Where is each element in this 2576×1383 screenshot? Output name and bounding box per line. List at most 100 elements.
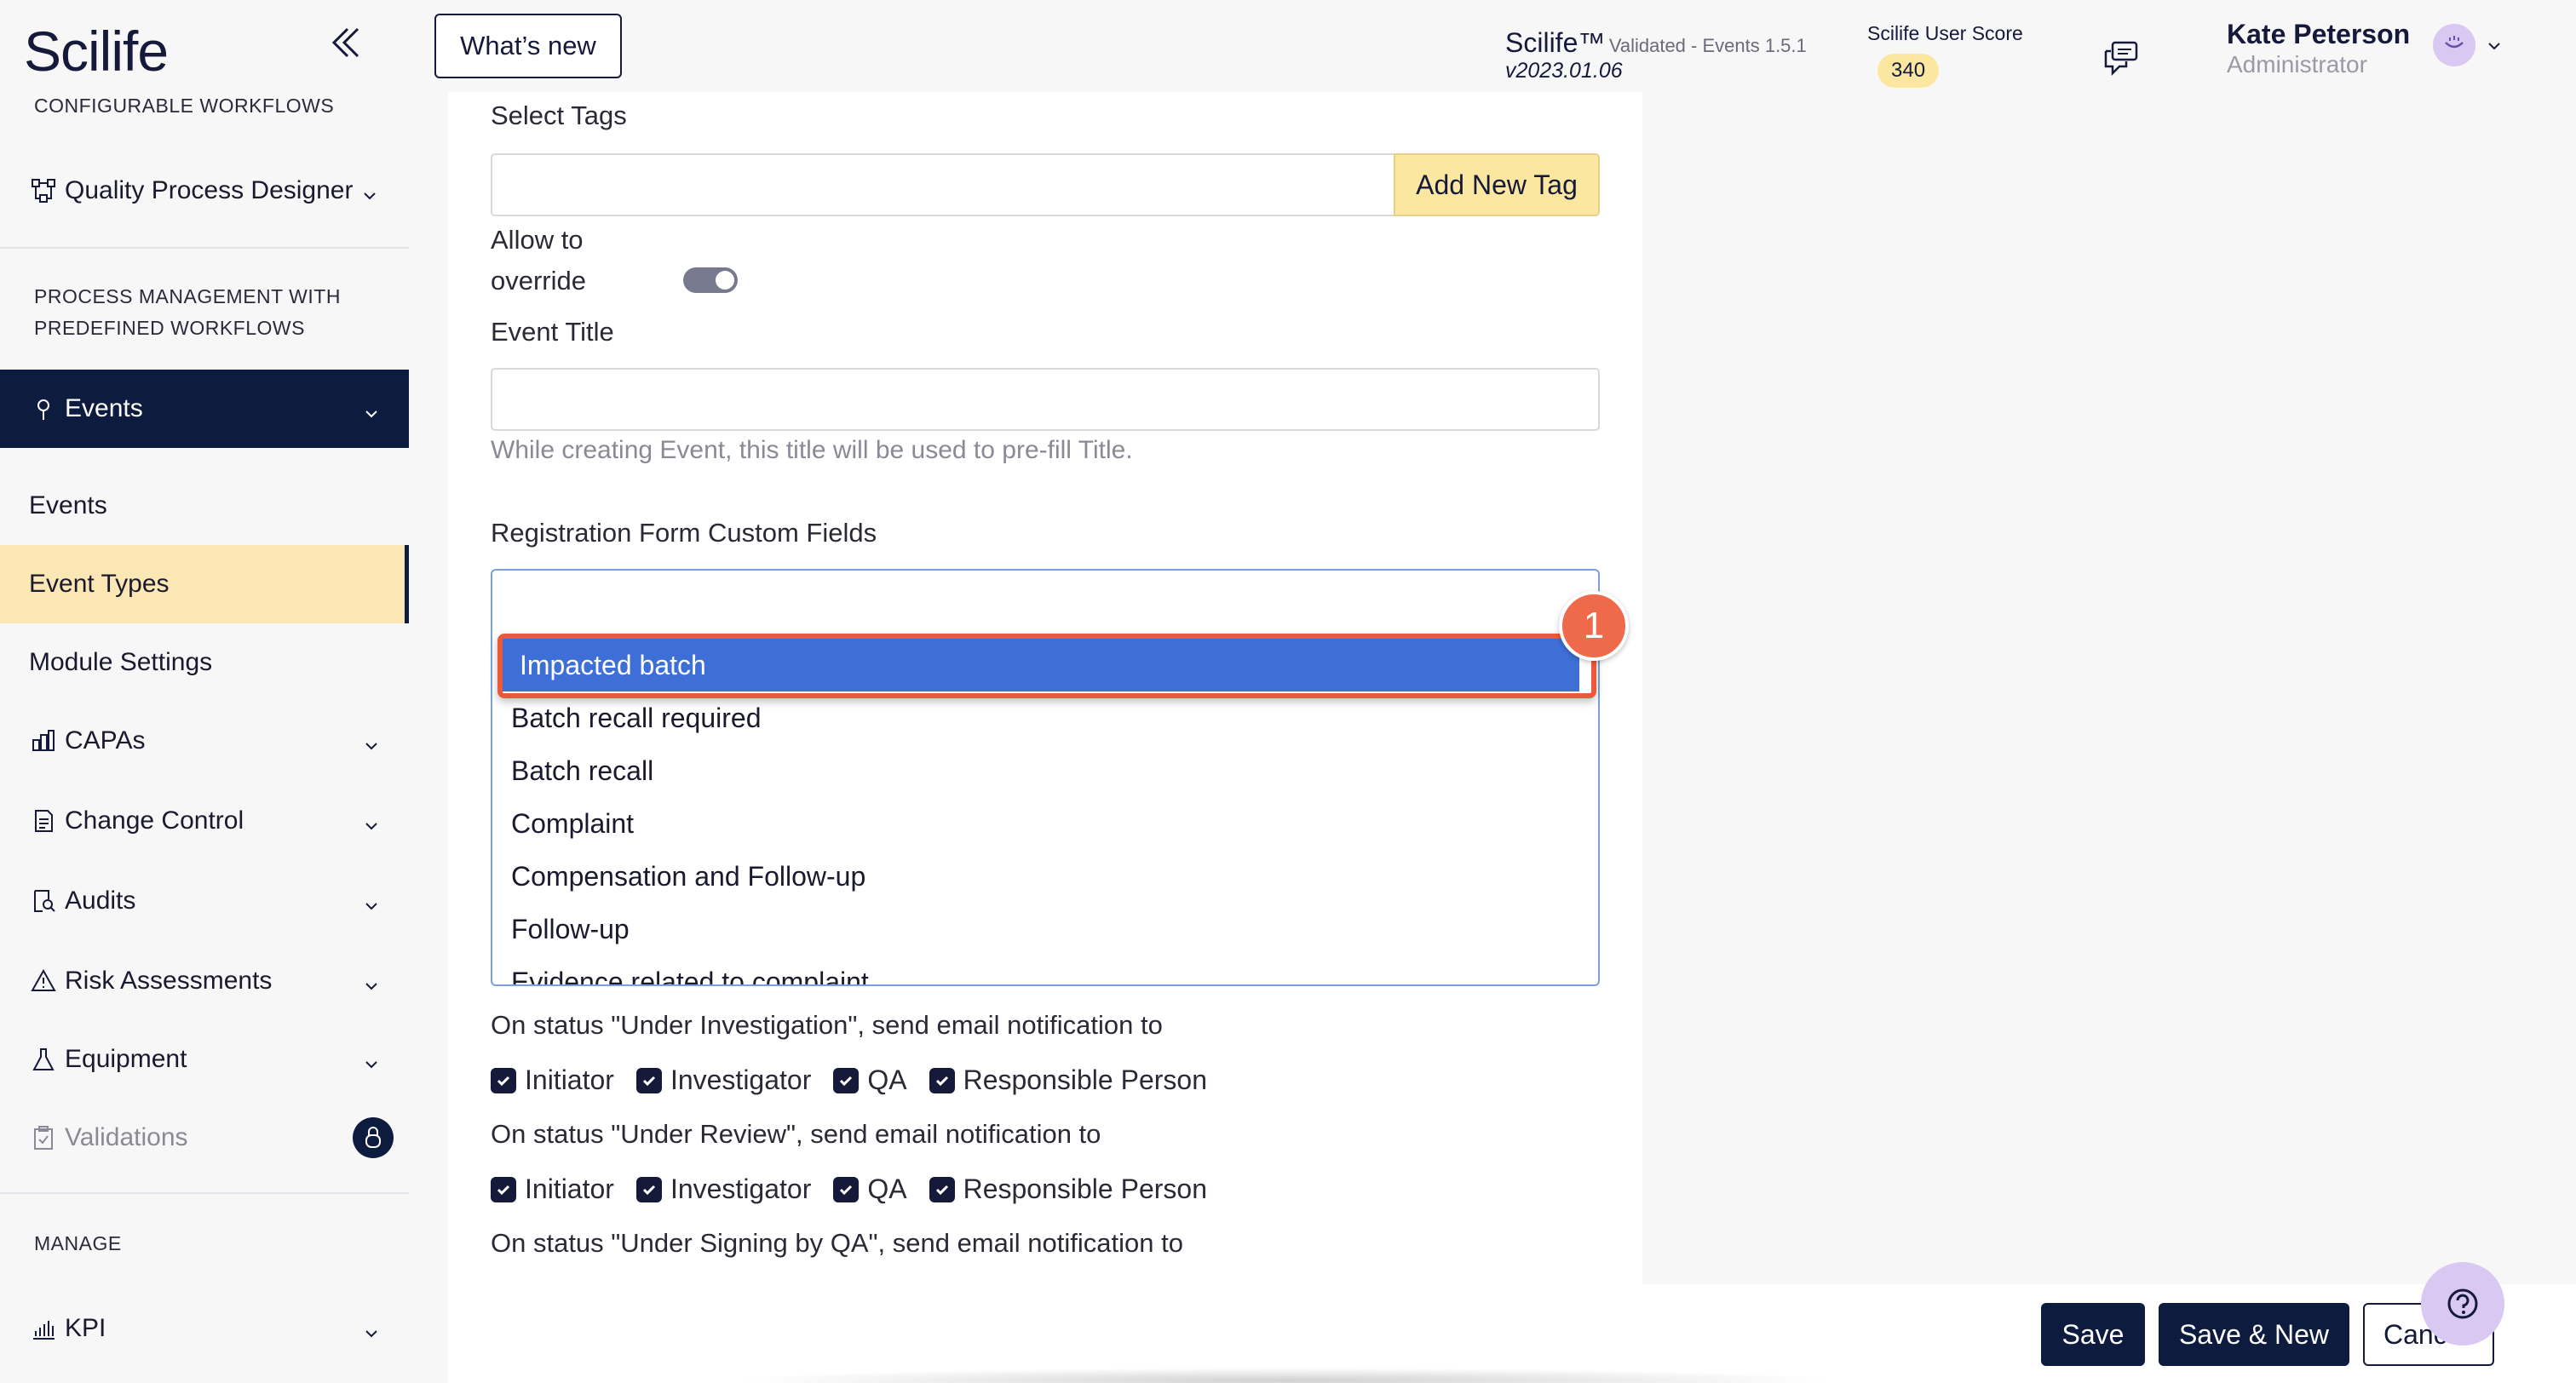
- list-item-batch-recall-required[interactable]: Batch recall required: [492, 692, 1598, 744]
- version-number: v2023.01.06: [1505, 59, 1623, 83]
- map-pin-icon: [29, 394, 58, 423]
- toggle-knob: [716, 271, 734, 290]
- checkbox-label: Responsible Person: [963, 1065, 1207, 1095]
- select-tags-label: Select Tags: [491, 100, 627, 130]
- step-badge: 1: [1559, 591, 1629, 661]
- checkbox-label: Initiator: [525, 1174, 614, 1204]
- checkbox-qa[interactable]: QA: [833, 1065, 907, 1096]
- list-item-follow-up[interactable]: Follow-up: [492, 903, 1598, 955]
- list-item-batch-recall[interactable]: Batch recall: [492, 744, 1598, 797]
- check-icon: [929, 1176, 955, 1202]
- sidebar-item-label: Events: [29, 491, 107, 519]
- question-icon: [2447, 1288, 2478, 1319]
- clipboard-check-icon: [29, 1123, 58, 1152]
- chevron-down-icon: [363, 400, 380, 418]
- section-manage: MANAGE: [34, 1232, 122, 1254]
- sidebar-item-label: Audits: [65, 887, 136, 915]
- add-new-tag-button[interactable]: Add New Tag: [1394, 153, 1600, 216]
- sidebar-item-capas[interactable]: CAPAs: [0, 702, 409, 780]
- checkbox-label: Investigator: [670, 1065, 812, 1095]
- list-item-complaint[interactable]: Complaint: [492, 797, 1598, 850]
- chevron-down-icon: [363, 1320, 380, 1338]
- check-icon: [635, 1176, 662, 1202]
- allow-override-label: Allow to override: [491, 220, 586, 301]
- sidebar-item-kpi[interactable]: KPI: [0, 1289, 409, 1368]
- chevron-down-icon: [363, 892, 380, 910]
- checkbox-investigator[interactable]: Investigator: [635, 1174, 812, 1205]
- right-panel: [1642, 92, 2576, 1284]
- collapse-sidebar-icon[interactable]: [322, 20, 370, 68]
- checkbox-label: Investigator: [670, 1174, 812, 1204]
- checkbox-responsible-person[interactable]: Responsible Person: [929, 1065, 1207, 1096]
- sidebar-item-label: Change Control: [65, 806, 244, 835]
- custom-fields-label: Registration Form Custom Fields: [491, 518, 877, 548]
- flask-icon: [29, 1045, 58, 1074]
- checkbox-responsible-person[interactable]: Responsible Person: [929, 1174, 1207, 1205]
- sidebar-item-label: KPI: [65, 1314, 106, 1342]
- workflow-icon: [29, 176, 58, 205]
- footer-shadow: [733, 1368, 1840, 1383]
- check-icon: [491, 1067, 516, 1093]
- validated-label: Validated - Events 1.5.1: [1608, 35, 1807, 56]
- event-title-input[interactable]: [491, 368, 1600, 431]
- check-icon: [833, 1067, 860, 1093]
- check-icon: [929, 1067, 955, 1093]
- sidebar-item-label: Risk Assessments: [65, 967, 273, 995]
- chat-icon[interactable]: [2101, 37, 2142, 78]
- divider: [0, 1192, 409, 1194]
- help-button[interactable]: [2421, 1262, 2504, 1346]
- event-title-helper: While creating Event, this title will be…: [491, 436, 1133, 464]
- warning-triangle-icon: [29, 967, 58, 996]
- sidebar-item-quality-process-designer[interactable]: Quality Process Designer: [0, 152, 409, 230]
- checkbox-qa[interactable]: QA: [833, 1174, 907, 1205]
- allow-override-toggle[interactable]: [683, 267, 738, 293]
- brand-name: Scilife™: [1505, 27, 1606, 58]
- checkbox-investigator[interactable]: Investigator: [635, 1065, 812, 1096]
- sidebar-item-equipment[interactable]: Equipment: [0, 1020, 409, 1099]
- checkbox-initiator[interactable]: Initiator: [491, 1065, 614, 1096]
- sidebar-item-event-types[interactable]: Event Types: [0, 545, 409, 623]
- whats-new-button[interactable]: What’s new: [434, 14, 622, 78]
- sidebar-item-events[interactable]: Events: [0, 467, 409, 545]
- sidebar-item-label: CAPAs: [65, 726, 146, 755]
- chevron-down-icon[interactable]: [2486, 37, 2503, 55]
- custom-fields-multiselect[interactable]: Impacted batch Batch recall required Bat…: [491, 569, 1600, 986]
- chevron-down-icon: [363, 1051, 380, 1069]
- select-tags-input[interactable]: [491, 153, 1395, 216]
- avatar[interactable]: [2433, 24, 2475, 66]
- user-name[interactable]: Kate Peterson: [2227, 19, 2410, 50]
- save-button[interactable]: Save: [2041, 1303, 2145, 1366]
- chevron-down-icon: [361, 182, 378, 200]
- app-logo[interactable]: Scilife: [24, 19, 169, 83]
- sidebar-item-change-control[interactable]: Change Control: [0, 782, 409, 860]
- capa-icon: [29, 726, 58, 755]
- sidebar-item-risk-assessments[interactable]: Risk Assessments: [0, 942, 409, 1020]
- list-item-impacted-batch[interactable]: Impacted batch: [501, 639, 1579, 692]
- chevron-down-icon: [363, 812, 380, 830]
- sidebar: Scilife CONFIGURABLE WORKFLOWS Quality P…: [0, 0, 409, 1383]
- save-and-new-button[interactable]: Save & New: [2159, 1303, 2349, 1366]
- sidebar-item-validations[interactable]: Validations: [0, 1099, 409, 1177]
- check-icon: [833, 1176, 860, 1202]
- sidebar-item-audits[interactable]: Audits: [0, 862, 409, 940]
- sidebar-item-module-settings[interactable]: Module Settings: [0, 623, 409, 702]
- sidebar-item-label: Equipment: [65, 1045, 187, 1073]
- checkbox-label: QA: [867, 1174, 907, 1204]
- checkbox-initiator[interactable]: Initiator: [491, 1174, 614, 1205]
- list-item-evidence-complaint[interactable]: Evidence related to complaint: [492, 955, 1598, 984]
- list-item-compensation-follow-up[interactable]: Compensation and Follow-up: [492, 850, 1598, 903]
- check-icon: [491, 1176, 516, 1202]
- document-icon: [29, 806, 58, 835]
- sidebar-item-label: Event Types: [29, 570, 170, 598]
- sidebar-item-events-group[interactable]: Events: [0, 370, 409, 448]
- section-process-management: PROCESS MANAGEMENT WITH PREDEFINED WORKF…: [34, 281, 341, 344]
- checkbox-label: QA: [867, 1065, 907, 1095]
- chevron-down-icon: [363, 732, 380, 750]
- user-role: Administrator: [2227, 51, 2367, 77]
- chevron-down-icon: [363, 973, 380, 990]
- notif-investigation-label: On status "Under Investigation", send em…: [491, 1010, 1163, 1040]
- sidebar-item-label: Validations: [65, 1123, 188, 1151]
- bar-chart-icon: [29, 1314, 58, 1343]
- version-info: Scilife™ Validated - Events 1.5.1 v2023.…: [1505, 27, 1807, 83]
- notif-signing-label: On status "Under Signing by QA", send em…: [491, 1228, 1183, 1258]
